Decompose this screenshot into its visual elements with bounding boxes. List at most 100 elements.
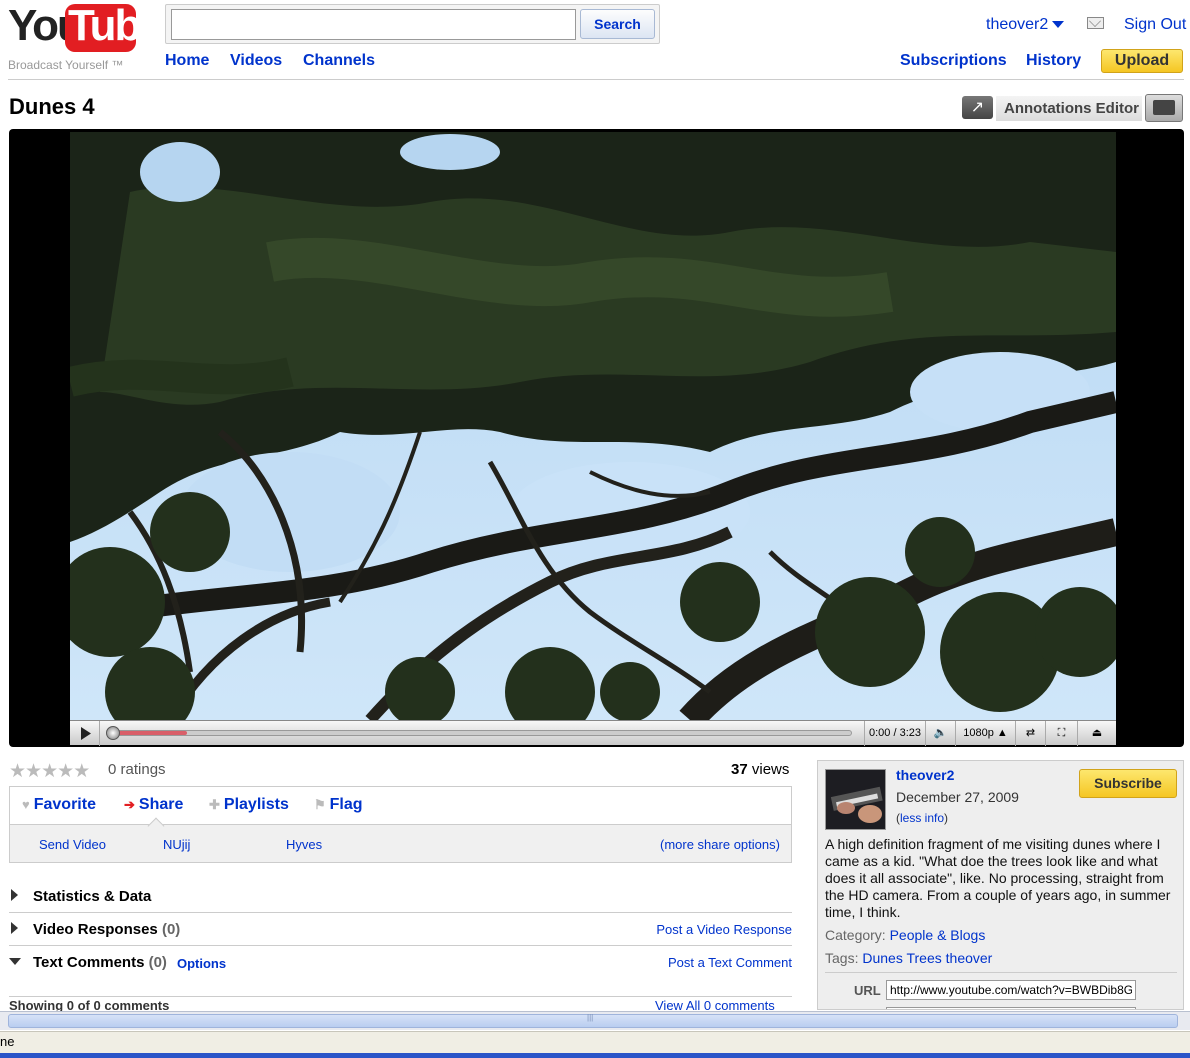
less-info-wrap: (less info) — [896, 811, 949, 825]
share-label: Share — [138, 796, 184, 813]
tag-link[interactable]: Trees — [906, 950, 941, 966]
upload-date: December 27, 2009 — [896, 789, 1019, 805]
video-title: Dunes 4 — [9, 94, 95, 119]
video-responses-label: Video Responses (0) — [33, 921, 181, 938]
star-icon[interactable]: ★ — [25, 761, 42, 782]
flag-label: Flag — [329, 796, 363, 813]
text-comments-section[interactable]: Text Comments (0) Options Post a Text Co… — [9, 946, 792, 997]
scrubber-handle[interactable] — [106, 726, 120, 740]
share-button[interactable]: ➔ Share — [124, 796, 183, 814]
taskbar-edge — [0, 1053, 1190, 1058]
uploader-link[interactable]: theover2 — [896, 767, 954, 783]
play-button[interactable] — [70, 721, 100, 746]
playlists-label: Playlists — [223, 796, 289, 813]
nav-subscriptions[interactable]: Subscriptions — [900, 52, 1007, 70]
view-count: 37 views — [731, 761, 789, 778]
statistics-section[interactable]: Statistics & Data — [9, 880, 792, 913]
pop-out-icon[interactable]: ⇄ — [1016, 721, 1046, 746]
search-input[interactable] — [171, 9, 576, 40]
search-button[interactable]: Search — [580, 9, 655, 39]
more-share-options[interactable]: (more share options) — [660, 837, 780, 852]
comments-options-link[interactable]: Options — [177, 956, 226, 971]
category-row: Category: People & Blogs — [825, 927, 985, 943]
popout-arrow-icon[interactable]: ↗ — [962, 96, 993, 119]
horizontal-scrollbar[interactable] — [0, 1011, 1190, 1030]
video-frame[interactable] — [70, 132, 1116, 720]
username: theover2 — [986, 16, 1049, 33]
star-icon[interactable]: ★ — [73, 761, 90, 782]
volume-icon[interactable]: 🔈 — [926, 721, 956, 746]
upload-button[interactable]: Upload — [1101, 49, 1183, 73]
mail-icon[interactable] — [1087, 17, 1104, 29]
share-options: Send Video NUjij Hyves (more share optio… — [10, 825, 791, 862]
video-responses-section[interactable]: Video Responses (0) Post a Video Respons… — [9, 913, 792, 946]
views-number: 37 — [731, 761, 748, 778]
share-hyves[interactable]: Hyves — [286, 837, 322, 852]
flag-button[interactable]: ⚑ Flag — [314, 796, 363, 814]
share-arrow-icon: ➔ — [124, 797, 135, 812]
nav-videos[interactable]: Videos — [230, 52, 282, 70]
buffer-fill — [113, 731, 187, 735]
post-text-comment-link[interactable]: Post a Text Comment — [668, 955, 792, 970]
header-divider — [8, 79, 1184, 80]
chevron-up-icon: ▲ — [996, 727, 1008, 739]
playlists-button[interactable]: ✚ Playlists — [209, 796, 289, 814]
video-description: A high definition fragment of me visitin… — [825, 836, 1171, 920]
favorite-button[interactable]: ♥ Favorite — [22, 796, 96, 814]
expand-arrow-icon — [11, 922, 18, 934]
post-video-response-link[interactable]: Post a Video Response — [656, 922, 792, 937]
plus-icon: ✚ — [209, 797, 220, 812]
embed-field[interactable] — [886, 1007, 1136, 1009]
nav-home[interactable]: Home — [165, 52, 209, 70]
expand-arrow-icon — [11, 889, 18, 901]
tag-link[interactable]: theover — [946, 950, 993, 966]
progress-bar[interactable] — [112, 730, 852, 736]
action-tabs: ♥ Favorite ➔ Share ✚ Playlists ⚑ Flag — [10, 787, 791, 825]
time-display: 0:00 / 3:23 — [864, 721, 926, 746]
youtube-logo[interactable]: You Tube Broadcast Yourself ™ — [8, 4, 164, 73]
share-nujij[interactable]: NUjij — [163, 837, 190, 852]
user-menu[interactable]: theover2 — [986, 16, 1065, 34]
scrollbar-thumb[interactable] — [8, 1013, 1178, 1028]
player-controls: 0:00 / 3:23 🔈 1080p ▲ ⇄ ⛶ ⏏ — [70, 720, 1116, 746]
url-field[interactable] — [886, 980, 1136, 1000]
subscribe-button[interactable]: Subscribe — [1079, 769, 1177, 798]
tags-row: Tags: Dunes Trees theover — [825, 950, 992, 966]
annotations-toggle-icon[interactable] — [1145, 94, 1183, 122]
rating-stars[interactable]: ★★★★★ — [9, 760, 90, 783]
star-icon[interactable]: ★ — [9, 761, 26, 782]
action-panel: ♥ Favorite ➔ Share ✚ Playlists ⚑ Flag Send V… — [9, 786, 792, 863]
views-label: views — [751, 761, 790, 778]
logo-tube-text: Tube — [65, 4, 164, 52]
ratings-count: 0 ratings — [108, 761, 166, 778]
flag-icon: ⚑ — [314, 797, 326, 812]
player-menu-icon[interactable]: ⏏ — [1078, 721, 1116, 746]
quality-label: 1080p — [963, 727, 994, 739]
heart-icon: ♥ — [22, 797, 30, 812]
url-label: URL — [854, 983, 881, 998]
share-send-video[interactable]: Send Video — [39, 837, 106, 852]
star-icon[interactable]: ★ — [57, 761, 74, 782]
collapse-arrow-icon — [9, 958, 21, 965]
search-box: Search — [165, 4, 660, 44]
star-icon[interactable]: ★ — [41, 761, 58, 782]
annotations-editor-button[interactable]: Annotations Editor — [996, 96, 1142, 121]
nav-channels[interactable]: Channels — [303, 52, 375, 70]
play-icon — [81, 727, 91, 740]
quality-selector[interactable]: 1080p ▲ — [956, 721, 1016, 746]
statistics-label: Statistics & Data — [33, 888, 152, 905]
tags-label: Tags: — [825, 950, 859, 966]
less-info-link[interactable]: less info — [900, 811, 944, 825]
video-player[interactable]: 0:00 / 3:23 🔈 1080p ▲ ⇄ ⛶ ⏏ — [9, 129, 1184, 747]
fullscreen-icon[interactable]: ⛶ — [1046, 721, 1078, 746]
video-info-panel: theover2 December 27, 2009 (less info) S… — [817, 760, 1184, 1010]
browser-status-bar: ne — [0, 1031, 1190, 1053]
tag-link[interactable]: Dunes — [862, 950, 902, 966]
sign-out-link[interactable]: Sign Out — [1124, 16, 1186, 34]
text-comments-label: Text Comments (0) — [33, 954, 167, 971]
category-link[interactable]: People & Blogs — [890, 927, 986, 943]
avatar-image — [826, 770, 885, 829]
chevron-down-icon — [1052, 21, 1065, 29]
avatar[interactable] — [825, 769, 886, 830]
nav-history[interactable]: History — [1026, 52, 1081, 70]
